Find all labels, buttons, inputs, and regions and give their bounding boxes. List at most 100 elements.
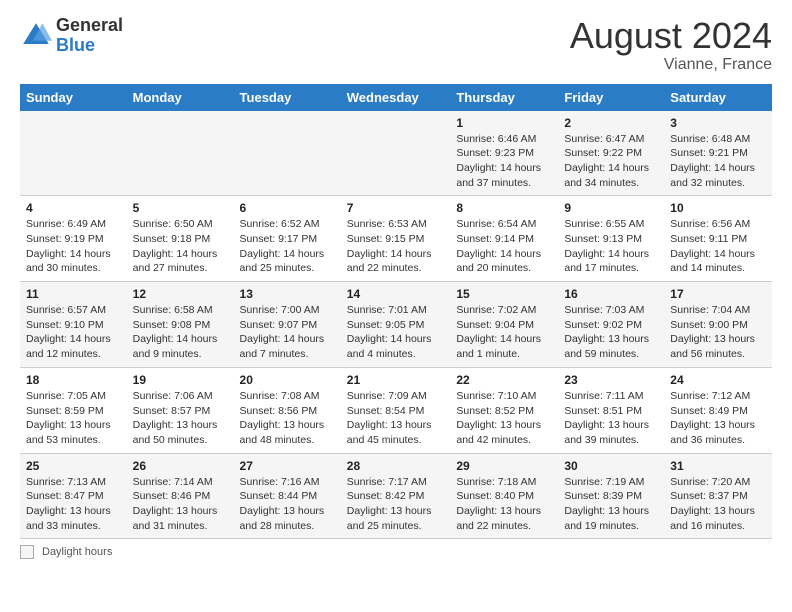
- day-number: 8: [456, 201, 552, 215]
- logo-icon: [20, 20, 52, 52]
- day-number: 21: [347, 373, 445, 387]
- day-info: Sunrise: 7:17 AMSunset: 8:42 PMDaylight:…: [347, 475, 445, 534]
- day-info: Sunrise: 7:00 AMSunset: 9:07 PMDaylight:…: [240, 303, 335, 362]
- table-row: 25 Sunrise: 7:13 AMSunset: 8:47 PMDayligh…: [20, 453, 127, 539]
- calendar-week-row: 25 Sunrise: 7:13 AMSunset: 8:47 PMDayligh…: [20, 453, 772, 539]
- title-block: August 2024 Vianne, France: [570, 16, 772, 74]
- table-row: [127, 111, 234, 196]
- day-number: 9: [564, 201, 658, 215]
- col-wednesday: Wednesday: [341, 84, 451, 111]
- table-row: 10Sunrise: 6:56 AMSunset: 9:11 PMDayligh…: [664, 196, 772, 282]
- day-info: Sunrise: 7:16 AMSunset: 8:44 PMDaylight:…: [240, 475, 335, 534]
- table-row: 17 Sunrise: 7:04 AMSunset: 9:00 PMDayligh…: [664, 282, 772, 368]
- day-number: 2: [564, 116, 658, 130]
- table-row: 27Sunrise: 7:16 AMSunset: 8:44 PMDayligh…: [234, 453, 341, 539]
- day-number: 6: [240, 201, 335, 215]
- day-info: Sunrise: 7:20 AMSunset: 8:37 PMDaylight:…: [670, 475, 766, 534]
- day-number: 31: [670, 459, 766, 473]
- footer-note: Daylight hours: [20, 545, 772, 559]
- day-info: Sunrise: 6:47 AMSunset: 9:22 PMDaylight:…: [564, 132, 658, 191]
- day-info: Sunrise: 6:57 AMSunset: 9:10 PMDaylight:…: [26, 303, 121, 362]
- table-row: 1Sunrise: 6:46 AMSunset: 9:23 PMDaylight…: [450, 111, 558, 196]
- col-monday: Monday: [127, 84, 234, 111]
- day-info: Sunrise: 7:14 AMSunset: 8:46 PMDaylight:…: [133, 475, 228, 534]
- day-info: Sunrise: 7:11 AMSunset: 8:51 PMDaylight:…: [564, 389, 658, 448]
- calendar-header-row: Sunday Monday Tuesday Wednesday Thursday…: [20, 84, 772, 111]
- day-info: Sunrise: 7:04 AMSunset: 9:00 PMDaylight:…: [670, 303, 766, 362]
- table-row: 28 Sunrise: 7:17 AMSunset: 8:42 PMDayligh…: [341, 453, 451, 539]
- table-row: 18Sunrise: 7:05 AMSunset: 8:59 PMDayligh…: [20, 367, 127, 453]
- col-tuesday: Tuesday: [234, 84, 341, 111]
- day-info: Sunrise: 6:55 AMSunset: 9:13 PMDaylight:…: [564, 217, 658, 276]
- day-number: 19: [133, 373, 228, 387]
- day-number: 1: [456, 116, 552, 130]
- calendar-week-row: 1Sunrise: 6:46 AMSunset: 9:23 PMDaylight…: [20, 111, 772, 196]
- col-friday: Friday: [558, 84, 664, 111]
- month-year-title: August 2024: [570, 16, 772, 56]
- day-info: Sunrise: 7:18 AMSunset: 8:40 PMDaylight:…: [456, 475, 552, 534]
- day-number: 29: [456, 459, 552, 473]
- table-row: 14 Sunrise: 7:01 AMSunset: 9:05 PMDayligh…: [341, 282, 451, 368]
- table-row: 12 Sunrise: 6:58 AMSunset: 9:08 PMDayligh…: [127, 282, 234, 368]
- day-info: Sunrise: 6:52 AMSunset: 9:17 PMDaylight:…: [240, 217, 335, 276]
- table-row: 29 Sunrise: 7:18 AMSunset: 8:40 PMDayligh…: [450, 453, 558, 539]
- location-subtitle: Vianne, France: [570, 56, 772, 74]
- table-row: 3Sunrise: 6:48 AMSunset: 9:21 PMDaylight…: [664, 111, 772, 196]
- day-info: Sunrise: 7:02 AMSunset: 9:04 PMDaylight:…: [456, 303, 552, 362]
- day-info: Sunrise: 7:13 AMSunset: 8:47 PMDaylight:…: [26, 475, 121, 534]
- day-number: 14: [347, 287, 445, 301]
- day-info: Sunrise: 7:01 AMSunset: 9:05 PMDaylight:…: [347, 303, 445, 362]
- table-row: 24 Sunrise: 7:12 AMSunset: 8:49 PMDayligh…: [664, 367, 772, 453]
- logo-general-text: General: [56, 16, 123, 36]
- col-thursday: Thursday: [450, 84, 558, 111]
- table-row: 31 Sunrise: 7:20 AMSunset: 8:37 PMDayligh…: [664, 453, 772, 539]
- day-number: 23: [564, 373, 658, 387]
- day-number: 10: [670, 201, 766, 215]
- day-number: 25: [26, 459, 121, 473]
- day-info: Sunrise: 7:09 AMSunset: 8:54 PMDaylight:…: [347, 389, 445, 448]
- day-number: 11: [26, 287, 121, 301]
- logo-blue-text: Blue: [56, 36, 123, 56]
- day-info: Sunrise: 6:58 AMSunset: 9:08 PMDaylight:…: [133, 303, 228, 362]
- day-number: 28: [347, 459, 445, 473]
- table-row: 13 Sunrise: 7:00 AMSunset: 9:07 PMDayligh…: [234, 282, 341, 368]
- day-info: Sunrise: 7:12 AMSunset: 8:49 PMDaylight:…: [670, 389, 766, 448]
- day-number: 12: [133, 287, 228, 301]
- table-row: 21 Sunrise: 7:09 AMSunset: 8:54 PMDayligh…: [341, 367, 451, 453]
- day-info: Sunrise: 7:08 AMSunset: 8:56 PMDaylight:…: [240, 389, 335, 448]
- day-number: 13: [240, 287, 335, 301]
- calendar-week-row: 4Sunrise: 6:49 AMSunset: 9:19 PMDaylight…: [20, 196, 772, 282]
- table-row: 8 Sunrise: 6:54 AMSunset: 9:14 PMDaylight…: [450, 196, 558, 282]
- day-number: 18: [26, 373, 121, 387]
- day-number: 24: [670, 373, 766, 387]
- table-row: 11 Sunrise: 6:57 AMSunset: 9:10 PMDayligh…: [20, 282, 127, 368]
- table-row: 26 Sunrise: 7:14 AMSunset: 8:46 PMDayligh…: [127, 453, 234, 539]
- day-info: Sunrise: 7:19 AMSunset: 8:39 PMDaylight:…: [564, 475, 658, 534]
- col-sunday: Sunday: [20, 84, 127, 111]
- day-info: Sunrise: 6:50 AMSunset: 9:18 PMDaylight:…: [133, 217, 228, 276]
- table-row: 30Sunrise: 7:19 AMSunset: 8:39 PMDayligh…: [558, 453, 664, 539]
- daylight-label: Daylight hours: [42, 546, 112, 558]
- table-row: 5Sunrise: 6:50 AMSunset: 9:18 PMDaylight…: [127, 196, 234, 282]
- table-row: 23 Sunrise: 7:11 AMSunset: 8:51 PMDayligh…: [558, 367, 664, 453]
- day-number: 15: [456, 287, 552, 301]
- day-info: Sunrise: 7:03 AMSunset: 9:02 PMDaylight:…: [564, 303, 658, 362]
- day-number: 20: [240, 373, 335, 387]
- day-number: 7: [347, 201, 445, 215]
- table-row: [20, 111, 127, 196]
- day-info: Sunrise: 6:48 AMSunset: 9:21 PMDaylight:…: [670, 132, 766, 191]
- day-number: 26: [133, 459, 228, 473]
- table-row: 7 Sunrise: 6:53 AMSunset: 9:15 PMDaylight…: [341, 196, 451, 282]
- calendar-week-row: 11 Sunrise: 6:57 AMSunset: 9:10 PMDayligh…: [20, 282, 772, 368]
- daylight-swatch: [20, 545, 34, 559]
- table-row: 4Sunrise: 6:49 AMSunset: 9:19 PMDaylight…: [20, 196, 127, 282]
- day-info: Sunrise: 6:53 AMSunset: 9:15 PMDaylight:…: [347, 217, 445, 276]
- logo: General Blue: [20, 16, 123, 56]
- day-info: Sunrise: 7:10 AMSunset: 8:52 PMDaylight:…: [456, 389, 552, 448]
- day-info: Sunrise: 6:54 AMSunset: 9:14 PMDaylight:…: [456, 217, 552, 276]
- day-number: 16: [564, 287, 658, 301]
- table-row: 2 Sunrise: 6:47 AMSunset: 9:22 PMDaylight…: [558, 111, 664, 196]
- day-number: 17: [670, 287, 766, 301]
- day-number: 22: [456, 373, 552, 387]
- table-row: 6 Sunrise: 6:52 AMSunset: 9:17 PMDaylight…: [234, 196, 341, 282]
